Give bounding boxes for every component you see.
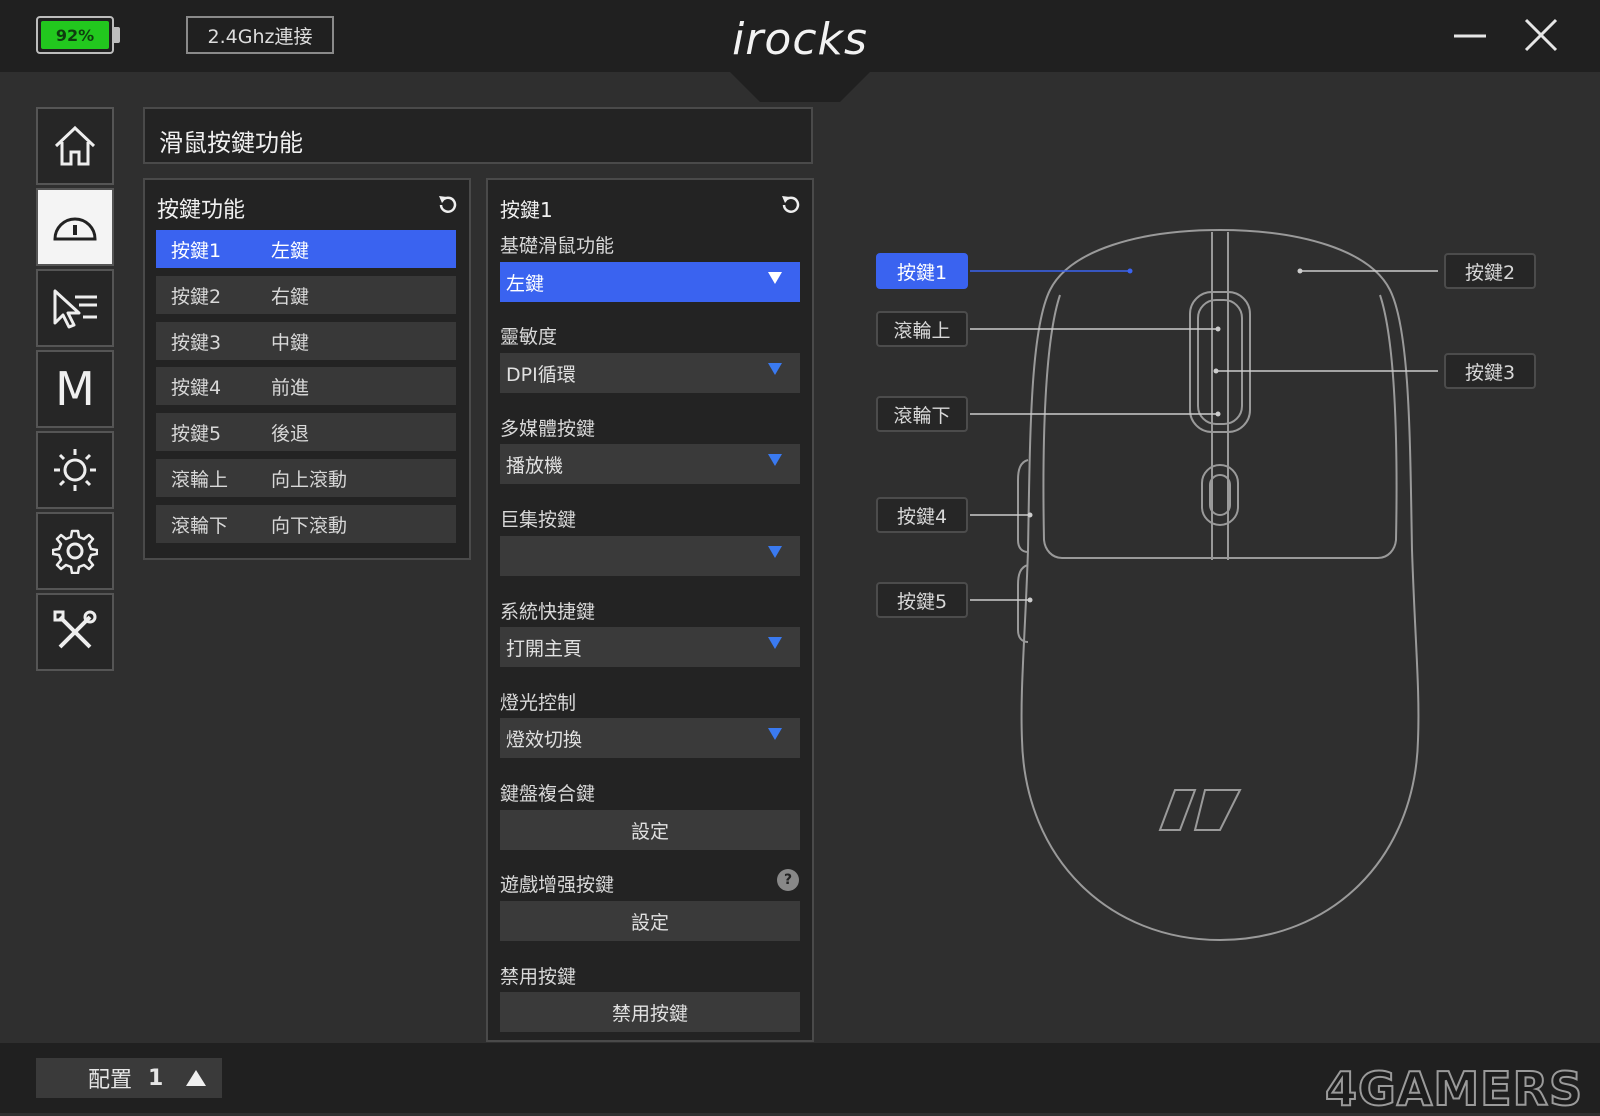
key-func: 向上滾動 (271, 468, 348, 491)
profile-number: 1 (148, 1065, 164, 1091)
key-func: 右鍵 (271, 285, 310, 308)
mouse-tag-button3[interactable]: 按鍵3 (1444, 353, 1536, 389)
key-row[interactable]: 滾輪上 向上滾動 (156, 459, 456, 497)
nav-settings[interactable] (36, 512, 114, 590)
shortcut-label: 系統快捷鍵 (500, 601, 596, 623)
mouse-tag-wheel-up[interactable]: 滾輪上 (876, 311, 968, 347)
key-name: 按鍵5 (171, 422, 222, 445)
key-row[interactable]: 按鍵3 中鍵 (156, 322, 456, 360)
chevron-up-icon (186, 1070, 207, 1086)
mouse-tag-button5[interactable]: 按鍵5 (876, 582, 968, 618)
battery-indicator: 92% (36, 16, 114, 54)
disable-key-button[interactable]: 禁用按鍵 (500, 992, 800, 1032)
key-name: 按鍵3 (171, 331, 222, 354)
mouse-tag-button1[interactable]: 按鍵1 (876, 253, 968, 289)
key-row[interactable]: 按鍵2 右鍵 (156, 276, 456, 314)
key-func: 向下滾動 (271, 514, 348, 537)
key-row[interactable]: 按鍵1 左鍵 (156, 230, 456, 268)
combo-key-label: 鍵盤複合鍵 (500, 783, 596, 805)
basic-function-value: 左鍵 (506, 272, 545, 295)
media-value: 播放機 (506, 454, 564, 477)
help-icon[interactable]: ? (777, 869, 799, 891)
mouse-tag-wheel-down[interactable]: 滾輪下 (876, 396, 968, 432)
nav-lighting[interactable] (36, 431, 114, 509)
chevron-down-icon (768, 363, 782, 375)
chevron-down-icon (768, 454, 782, 466)
app-logo: irocks (732, 13, 868, 65)
settings-title: 按鍵1 (500, 198, 553, 222)
connection-status: 2.4Ghz連接 (186, 16, 334, 54)
key-name: 按鍵4 (171, 376, 222, 399)
battery-tip (114, 27, 120, 43)
home-icon (54, 125, 96, 166)
watermark: 4GAMERS (1324, 1061, 1584, 1116)
lighting-label: 燈光控制 (500, 692, 577, 714)
key-name: 按鍵1 (171, 239, 222, 262)
title-notch (730, 72, 870, 102)
nav-pointer[interactable] (36, 269, 114, 347)
reset-icon[interactable] (779, 193, 803, 217)
disable-key-label: 禁用按鍵 (500, 966, 577, 988)
profile-selector[interactable]: 配置 1 (36, 1058, 222, 1098)
nav-tools[interactable] (36, 593, 114, 671)
lighting-icon (54, 449, 96, 491)
key-row[interactable]: 按鍵4 前進 (156, 367, 456, 405)
mouse-icon (53, 217, 97, 241)
macro-label: 巨集按鍵 (500, 509, 577, 531)
game-key-label: 遊戲增强按鍵 (500, 874, 615, 896)
nav-macro[interactable]: M (36, 350, 114, 428)
profile-label: 配置 (88, 1068, 133, 1093)
minimize-button[interactable] (1450, 16, 1490, 56)
sensitivity-label: 靈敏度 (500, 326, 558, 348)
key-row[interactable]: 按鍵5 後退 (156, 413, 456, 451)
tools-icon (53, 610, 97, 649)
nav-mouse-buttons[interactable] (36, 188, 114, 266)
shortcut-value: 打開主頁 (506, 637, 583, 660)
mouse-tag-button2[interactable]: 按鍵2 (1444, 253, 1536, 289)
chevron-down-icon (768, 546, 782, 558)
combo-key-button[interactable]: 設定 (500, 810, 800, 850)
gear-icon (52, 529, 98, 574)
battery-level: 92% (41, 21, 109, 49)
reset-icon[interactable] (436, 193, 460, 217)
macro-select[interactable] (500, 536, 800, 576)
lighting-select[interactable]: 燈效切換 (500, 718, 800, 758)
sensitivity-value: DPI循環 (506, 363, 576, 386)
callout-lines (970, 268, 1438, 603)
chevron-down-icon (768, 728, 782, 740)
macro-icon: M (55, 362, 95, 416)
nav-home[interactable] (36, 107, 114, 185)
key-panel-title: 按鍵功能 (157, 198, 246, 223)
key-row[interactable]: 滾輪下 向下滾動 (156, 505, 456, 543)
key-func: 中鍵 (271, 331, 310, 354)
chevron-down-icon (768, 637, 782, 649)
sensitivity-select[interactable]: DPI循環 (500, 353, 800, 393)
game-key-button[interactable]: 設定 (500, 901, 800, 941)
media-label: 多媒體按鍵 (500, 418, 596, 440)
mouse-tag-button4[interactable]: 按鍵4 (876, 497, 968, 533)
media-select[interactable]: 播放機 (500, 444, 800, 484)
key-func: 後退 (271, 422, 310, 445)
key-name: 滾輪下 (171, 514, 229, 537)
pointer-speed-icon (53, 289, 97, 329)
page-title-bar: 滑鼠按鍵功能 (143, 107, 813, 164)
key-name: 按鍵2 (171, 285, 222, 308)
chevron-down-icon (768, 272, 782, 284)
basic-function-label: 基礎滑鼠功能 (500, 235, 615, 257)
key-func: 前進 (271, 376, 310, 399)
key-name: 滾輪上 (171, 468, 229, 491)
page-title: 滑鼠按鍵功能 (159, 129, 303, 157)
key-func: 左鍵 (271, 239, 310, 262)
lighting-value: 燈效切換 (506, 728, 583, 751)
close-button[interactable] (1520, 14, 1562, 56)
basic-function-select[interactable]: 左鍵 (500, 262, 800, 302)
shortcut-select[interactable]: 打開主頁 (500, 627, 800, 667)
